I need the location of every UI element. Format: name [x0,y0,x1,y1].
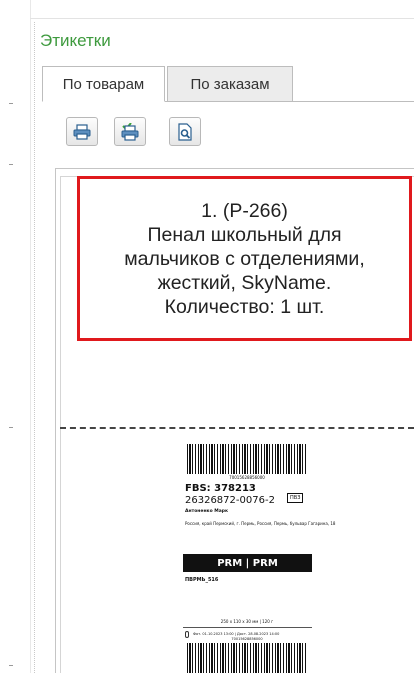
fbs-number: FBS: 378213 [185,483,256,494]
dotted-guide [34,22,35,673]
shipping-sticker: 70015628856000 FBS: 378213 26326872-0076… [177,439,336,673]
section-title: Этикетки [40,31,111,50]
label-line-name: мальчиков с отделениями, [124,247,365,270]
left-gutter [0,0,30,673]
prm-banner: PRM | PRM [183,554,312,572]
print-settings-icon [121,122,139,141]
sticker-dates: Фот. 01.10.2023 13:00 | Дост. 28.08.2023… [193,632,280,636]
print-icon [73,123,91,140]
panel-divider [30,0,31,673]
barcode-number: 70015628856000 [229,475,265,480]
gutter-marker [9,164,13,165]
product-label: 1. (Р-266) Пенал школьный для мальчиков … [77,176,412,341]
gutter-marker [9,103,13,104]
tab-by-orders[interactable]: По заказам [167,66,293,102]
sticker-divider [183,627,312,628]
gutter-marker [9,665,13,666]
print-preview-icon [178,122,192,141]
gutter-marker [9,427,13,428]
barcode [187,444,307,474]
label-line-name: жесткий, SkyName. [157,271,332,294]
print-settings-button[interactable] [114,117,146,146]
delivery-tag: ПВЗ [287,493,304,503]
print-preview-button[interactable] [169,117,201,146]
barcode-number: 70015628856000 [231,637,263,641]
barcode [187,643,307,673]
document-edge [60,176,61,673]
label-line-name: Пенал школьный для [147,223,342,246]
recipient-name: Антоненко Марк [185,509,229,514]
label-line-number: 1. (Р-266) [201,199,288,222]
package-dimensions: 250 x 110 x 30 мм | 120 г [220,619,274,624]
print-button[interactable] [66,117,98,146]
top-rule [30,18,414,19]
label-line-quantity: Количество: 1 шт. [164,295,325,318]
pickup-code: ПВРМЬ_516 [185,577,219,583]
cut-line [60,427,414,429]
recipient-address: Россия, край Пермский, г. Пермь, Россия,… [185,521,336,526]
tab-by-products[interactable]: По товарам [42,66,165,102]
order-number: 26326872-0076-2 [185,495,275,506]
